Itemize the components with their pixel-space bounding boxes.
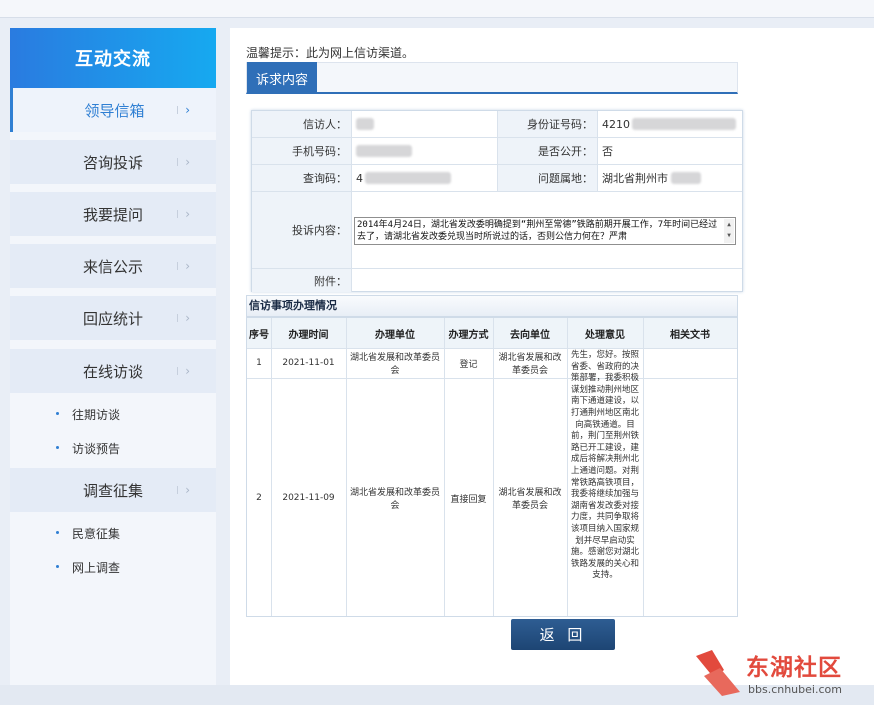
sidebar-item-label: 领导信箱 xyxy=(84,101,145,120)
query-code-label: 查询码： xyxy=(252,165,352,191)
id-number-text: 4210 xyxy=(602,117,630,131)
section-title: 信访事项办理情况 xyxy=(246,295,738,317)
row2-unit: 湖北省发展和改革委员会 xyxy=(349,488,440,511)
main-panel: 温馨提示：此为网上信访渠道。 诉求内容 信访人： 身份证号码： 4210 手机号… xyxy=(230,28,874,685)
sub-item-past-interviews[interactable]: 往期访谈 xyxy=(55,406,120,423)
redacted-mark xyxy=(671,172,701,184)
location-text: 湖北省荆州市 xyxy=(602,172,668,185)
redacted-mark xyxy=(356,118,374,130)
id-number-value: 4210 xyxy=(598,111,742,137)
redacted-mark xyxy=(632,118,736,130)
sub-item-public-opinion[interactable]: 民意征集 xyxy=(55,525,120,542)
chevron-right-icon: › xyxy=(177,483,190,497)
sidebar-item-label: 在线访谈 xyxy=(82,362,143,381)
sidebar-item-label: 回应统计 xyxy=(82,309,143,328)
row2-time: 2021-11-09 xyxy=(282,493,335,503)
row1-destination: 湖北省发展和改革委员会 xyxy=(498,353,562,376)
row1-no: 1 xyxy=(256,358,262,368)
notice-text: 温馨提示：此为网上信访渠道。 xyxy=(246,46,415,60)
sidebar-item-survey[interactable]: 调查征集 › xyxy=(10,468,216,512)
attachment-label: 附件： xyxy=(252,269,352,292)
watermark-title: 东湖社区 xyxy=(746,655,842,681)
row1-time: 2021-11-01 xyxy=(282,358,335,368)
sidebar-item-leader-mailbox[interactable]: 领导信箱 › xyxy=(10,88,216,132)
complaint-label: 投诉内容： xyxy=(252,192,352,268)
chevron-right-icon: › xyxy=(177,311,190,325)
top-bar xyxy=(0,0,874,18)
handling-table: 序号 办理时间 办理单位 办理方式 去向单位 处理意见 相关文书 1 2021-… xyxy=(246,317,738,617)
chevron-right-icon: › xyxy=(177,103,190,117)
textarea-scrollbar[interactable]: ▲ ▼ xyxy=(724,219,734,243)
sidebar: 互动交流 领导信箱 › 咨询投诉 › 我要提问 › 来信公示 › 回应统计 › … xyxy=(10,28,216,685)
header-opinion: 处理意见 xyxy=(585,329,625,341)
sidebar-item-response-stats[interactable]: 回应统计 › xyxy=(10,296,216,340)
row2-no: 2 xyxy=(256,493,262,503)
complaint-text: 2014年4月24日，湖北省发改委明确提到“荆州至常德”铁路前期开展工作，7年时… xyxy=(357,220,718,242)
row2-destination: 湖北省发展和改革委员会 xyxy=(498,488,562,511)
sidebar-item-consult-complaint[interactable]: 咨询投诉 › xyxy=(10,140,216,184)
header-documents: 相关文书 xyxy=(670,329,710,341)
form-row: 附件： xyxy=(252,269,742,292)
public-label: 是否公开： xyxy=(498,138,598,164)
sidebar-title: 互动交流 xyxy=(10,28,216,88)
sender-value xyxy=(352,111,498,137)
complaint-form: 信访人： 身份证号码： 4210 手机号码： 是否公开： 否 查询码： 4 问题… xyxy=(251,110,743,292)
watermark: 东湖社区 bbs.cnhubei.com xyxy=(694,648,866,700)
redacted-mark xyxy=(356,145,412,157)
header-method: 办理方式 xyxy=(448,329,489,341)
redacted-mark xyxy=(365,172,451,184)
chevron-right-icon: › xyxy=(177,207,190,221)
sender-label: 信访人： xyxy=(252,111,352,137)
back-button[interactable]: 返 回 xyxy=(511,619,615,650)
watermark-url: bbs.cnhubei.com xyxy=(748,683,842,696)
location-label: 问题属地： xyxy=(498,165,598,191)
header-destination: 去向单位 xyxy=(510,329,550,341)
form-row: 手机号码： 是否公开： 否 xyxy=(252,138,742,165)
form-row: 查询码： 4 问题属地： 湖北省荆州市 xyxy=(252,165,742,192)
form-row: 信访人： 身份证号码： 4210 xyxy=(252,111,742,138)
tab-bar: 诉求内容 xyxy=(246,62,738,94)
sidebar-item-label: 来信公示 xyxy=(82,257,143,276)
phone-label: 手机号码： xyxy=(252,138,352,164)
chevron-right-icon: › xyxy=(177,364,190,378)
tab-complaint-content[interactable]: 诉求内容 xyxy=(247,62,317,94)
row1-method: 登记 xyxy=(459,359,478,370)
form-row: 投诉内容： 2014年4月24日，湖北省发改委明确提到“荆州至常德”铁路前期开展… xyxy=(252,192,742,269)
donghu-logo-icon xyxy=(696,650,740,696)
sub-item-online-survey[interactable]: 网上调查 xyxy=(55,559,120,576)
sidebar-item-label: 我要提问 xyxy=(82,205,143,224)
phone-value xyxy=(352,138,498,164)
sidebar-item-letter-publicity[interactable]: 来信公示 › xyxy=(10,244,216,288)
sidebar-item-ask-question[interactable]: 我要提问 › xyxy=(10,192,216,236)
sidebar-item-label: 调查征集 xyxy=(82,481,143,500)
column-divider xyxy=(643,318,644,616)
row2-opinion: 先生，您好。按照省委、省政府的决策部署，我委积极谋划推动荆州地区南下通道建设，以… xyxy=(570,350,639,581)
sub-item-interview-preview[interactable]: 访谈预告 xyxy=(55,440,120,457)
column-divider xyxy=(346,318,347,616)
complaint-textarea[interactable]: 2014年4月24日，湖北省发改委明确提到“荆州至常德”铁路前期开展工作，7年时… xyxy=(354,217,736,245)
public-value: 否 xyxy=(602,145,613,158)
sidebar-item-label: 咨询投诉 xyxy=(82,153,143,172)
id-number-label: 身份证号码： xyxy=(498,111,598,137)
chevron-right-icon: › xyxy=(177,259,190,273)
query-code-value: 4 xyxy=(352,165,498,191)
row1-unit: 湖北省发展和改革委员会 xyxy=(349,353,440,376)
location-value: 湖北省荆州市 xyxy=(598,165,742,191)
header-unit: 办理单位 xyxy=(375,329,415,341)
column-divider xyxy=(493,318,494,616)
chevron-right-icon: › xyxy=(177,155,190,169)
query-code-text: 4 xyxy=(356,171,363,185)
row2-method: 直接回复 xyxy=(450,494,487,505)
header-time: 办理时间 xyxy=(288,329,329,341)
header-no: 序号 xyxy=(249,329,269,341)
sidebar-item-online-interview[interactable]: 在线访谈 › xyxy=(10,349,216,393)
